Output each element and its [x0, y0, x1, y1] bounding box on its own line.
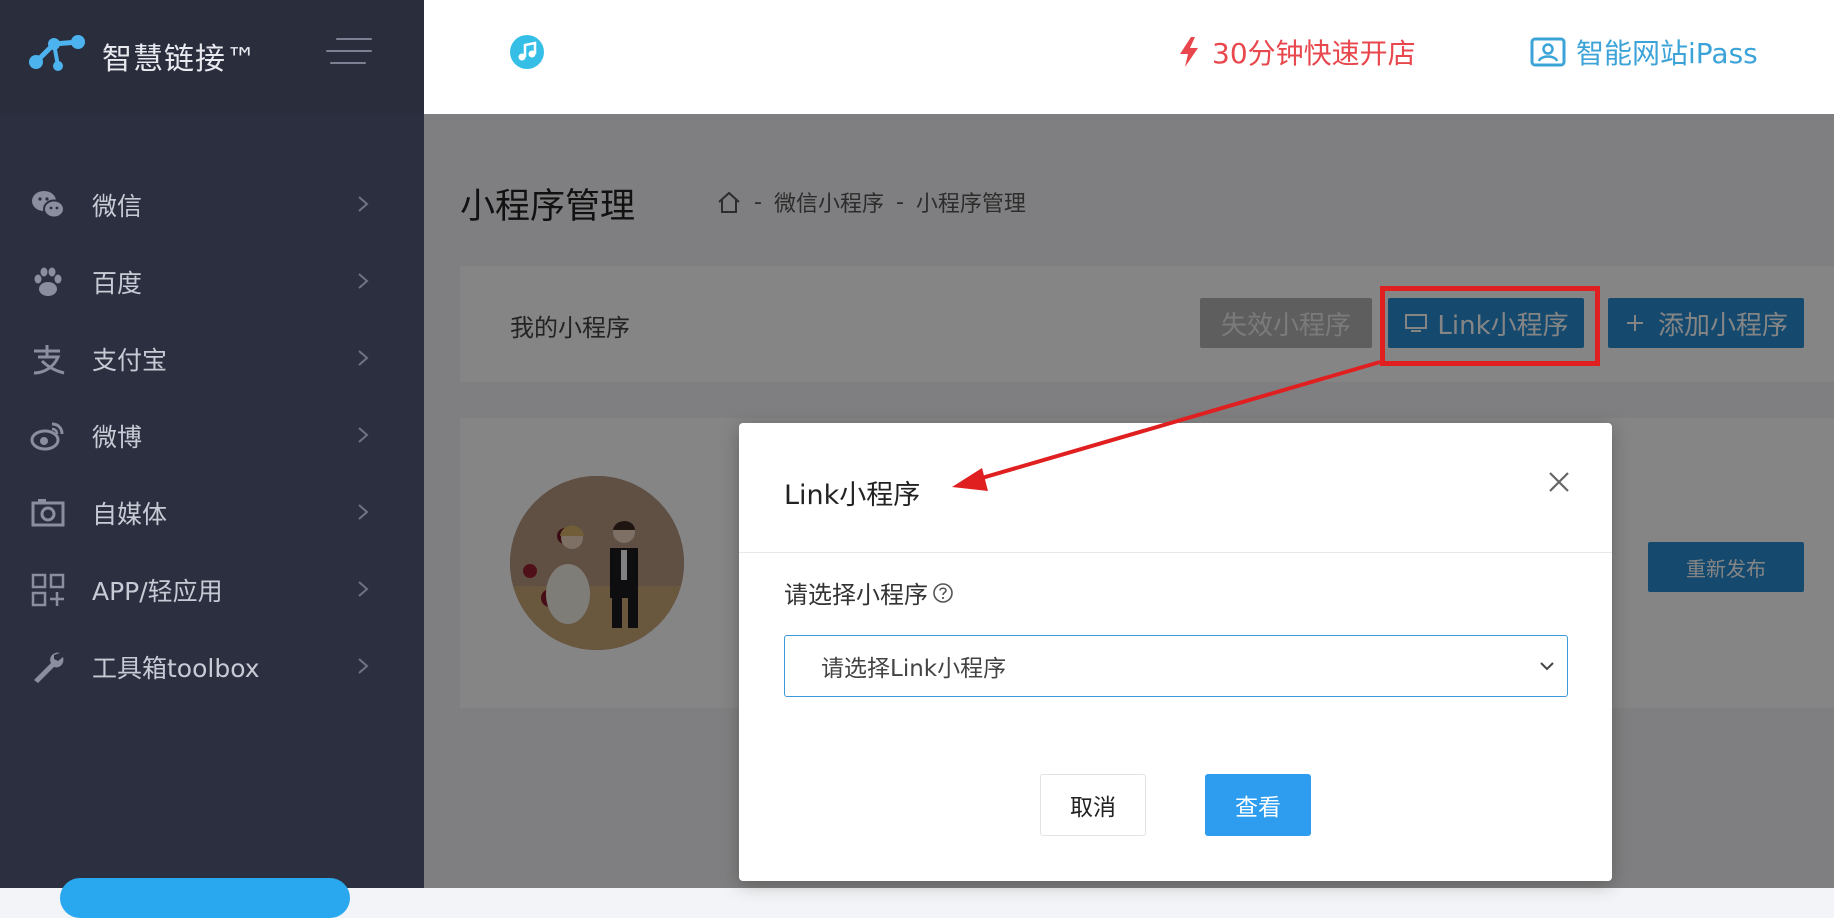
hamburger-menu-icon[interactable] — [326, 38, 372, 68]
brand-logo-icon — [29, 35, 85, 71]
select-placeholder: 请选择Link小程序 — [821, 656, 1007, 682]
help-icon[interactable] — [932, 582, 954, 604]
dialog-title: Link小程序 — [784, 480, 921, 511]
sidebar-item-toolbox[interactable]: 工具箱toolbox — [0, 628, 424, 705]
cancel-button[interactable]: 取消 — [1040, 774, 1146, 836]
chevron-right-icon — [358, 658, 369, 674]
sidebar-item-label: 自媒体 — [92, 499, 168, 529]
close-icon[interactable] — [1546, 469, 1572, 495]
weibo-icon — [30, 422, 64, 450]
dialog-divider — [739, 552, 1612, 553]
camera-icon — [31, 498, 65, 526]
ipass-label: 智能网站iPass — [1576, 37, 1758, 70]
chevron-down-icon — [1540, 662, 1554, 671]
sidebar-item-media[interactable]: 自媒体 — [0, 474, 424, 551]
cancel-label: 取消 — [1070, 795, 1116, 821]
sidebar-item-app[interactable]: APP/轻应用 — [0, 551, 424, 628]
chevron-right-icon — [358, 273, 369, 289]
link-miniprogram-select[interactable]: 请选择Link小程序 — [784, 635, 1568, 697]
app-grid-icon — [31, 573, 65, 606]
field-label-text: 请选择小程序 — [784, 581, 928, 609]
chevron-right-icon — [358, 581, 369, 597]
view-label: 查看 — [1235, 795, 1281, 821]
sidebar-item-label: 微博 — [92, 422, 143, 452]
music-icon[interactable] — [509, 34, 545, 70]
chevron-right-icon — [358, 350, 369, 366]
id-card-icon — [1530, 37, 1566, 67]
ipass-link[interactable]: 智能网站iPass — [1530, 32, 1758, 72]
chevron-right-icon — [358, 504, 369, 520]
select-miniprogram-label: 请选择小程序 — [784, 575, 954, 610]
sidebar-item-label: 支付宝 — [92, 345, 168, 375]
wechat-icon — [32, 190, 65, 218]
sidebar-bottom-button[interactable] — [60, 878, 350, 918]
brand-header: 智慧链接™ — [0, 0, 424, 115]
sidebar-item-label: 工具箱toolbox — [92, 653, 260, 683]
sidebar-item-weibo[interactable]: 微博 — [0, 397, 424, 474]
top-header: 30分钟快速开店 智能网站iPass — [424, 0, 1834, 114]
sidebar-item-label: 百度 — [92, 268, 143, 298]
sidebar-item-label: 微信 — [92, 191, 143, 221]
sidebar-item-label: APP/轻应用 — [92, 576, 223, 606]
view-button[interactable]: 查看 — [1205, 774, 1311, 836]
sidebar: 智慧链接™ 微信 百度 支付宝 微博 自媒体 APP/轻应用 工具箱toolbo… — [0, 0, 424, 918]
wrench-icon — [34, 652, 64, 683]
fast-store-label: 30分钟快速开店 — [1212, 37, 1416, 70]
lightning-icon — [1180, 37, 1198, 67]
alipay-icon — [33, 344, 65, 374]
sidebar-item-alipay[interactable]: 支付宝 — [0, 320, 424, 397]
chevron-right-icon — [358, 427, 369, 443]
sidebar-nav: 微信 百度 支付宝 微博 自媒体 APP/轻应用 工具箱toolbox — [0, 166, 424, 705]
sidebar-item-baidu[interactable]: 百度 — [0, 243, 424, 320]
sidebar-item-wechat[interactable]: 微信 — [0, 166, 424, 243]
paw-icon — [34, 267, 62, 296]
chevron-right-icon — [358, 196, 369, 212]
link-miniprogram-dialog: Link小程序 请选择小程序 请选择Link小程序 取消 查看 — [739, 423, 1612, 881]
fast-store-link[interactable]: 30分钟快速开店 — [1176, 32, 1416, 72]
brand-name: 智慧链接™ — [102, 42, 257, 77]
